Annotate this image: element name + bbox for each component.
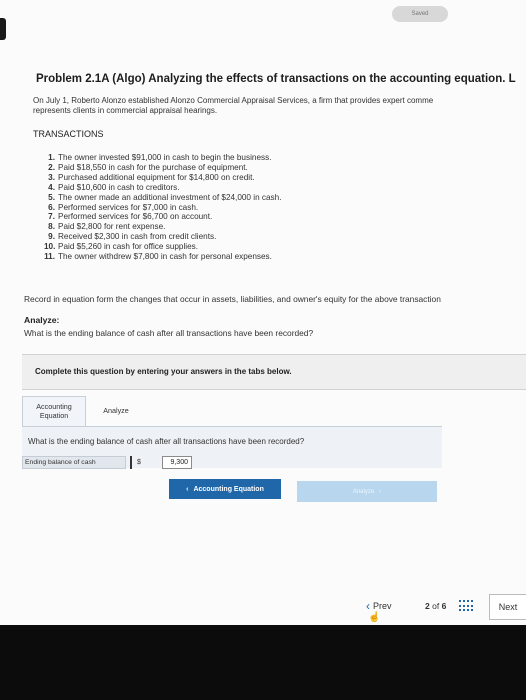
intro-line-2: represents clients in commercial apprais…: [33, 106, 218, 115]
chevron-left-icon: ‹: [366, 599, 370, 613]
panel-question: What is the ending balance of cash after…: [28, 437, 305, 446]
problem-intro: On July 1, Roberto Alonzo established Al…: [33, 96, 526, 116]
list-item: 11. The owner withdrew $7,800 in cash for…: [44, 252, 272, 262]
accounting-equation-button[interactable]: ‹ Accounting Equation: [169, 479, 281, 499]
analyze-heading: Analyze:: [24, 315, 60, 325]
problem-page: Saved Problem 2.1A (Algo) Analyzing the …: [0, 0, 526, 625]
transactions-heading: TRANSACTIONS: [33, 129, 104, 139]
tab-analyze[interactable]: Analyze: [92, 396, 140, 426]
left-edge-tab: [0, 18, 6, 40]
instructions-banner-text: Complete this question by entering your …: [35, 367, 292, 376]
tab-accounting-equation[interactable]: Accounting Equation: [22, 396, 86, 426]
currency-sign: $: [130, 456, 150, 469]
list-item: 6. Performed services for $7,000 in cash.: [48, 202, 199, 212]
list-item: 4. Paid $10,600 in cash to creditors.: [48, 182, 180, 192]
list-item: 10. Paid $5,260 in cash for office suppli…: [44, 242, 199, 252]
ending-cash-label: Ending balance of cash: [22, 456, 126, 469]
list-item: 2. Paid $18,550 in cash for the purchase …: [48, 162, 248, 172]
analyze-question: What is the ending balance of cash after…: [24, 328, 314, 338]
chevron-left-icon: ‹: [186, 485, 189, 493]
problem-title: Problem 2.1A (Algo) Analyzing the effect…: [36, 73, 516, 85]
transactions-list: 1. The owner invested $91,000 in cash to …: [44, 153, 281, 262]
prev-button[interactable]: ‹ Prev: [366, 599, 392, 613]
page-indicator: 2 of 6: [425, 601, 447, 611]
record-instruction: Record in equation form the changes that…: [24, 294, 441, 304]
next-button[interactable]: Next: [489, 594, 526, 620]
ending-cash-input[interactable]: 9,300: [162, 456, 192, 469]
saved-status-badge: Saved: [392, 6, 448, 22]
list-item: 7. Performed services for $6,700 on accou…: [48, 212, 213, 222]
list-item: 5. The owner made an additional investmen…: [48, 192, 282, 202]
intro-line-1: On July 1, Roberto Alonzo established Al…: [33, 96, 434, 105]
chevron-right-icon: ›: [379, 488, 382, 495]
grid-icon[interactable]: [459, 600, 473, 612]
list-item: 8. Paid $2,800 for rent expense.: [48, 222, 166, 232]
list-item: 3. Purchased additional equipment for $14…: [48, 172, 255, 182]
bottom-dark-bar: [0, 625, 526, 700]
analyze-button[interactable]: Analyze ›: [297, 481, 437, 502]
hand-cursor-icon: ☝: [368, 612, 381, 623]
list-item: 1. The owner invested $91,000 in cash to …: [48, 153, 272, 162]
instructions-banner: Complete this question by entering your …: [22, 354, 526, 390]
list-item: 9. Received $2,300 in cash from credit cl…: [48, 232, 217, 242]
